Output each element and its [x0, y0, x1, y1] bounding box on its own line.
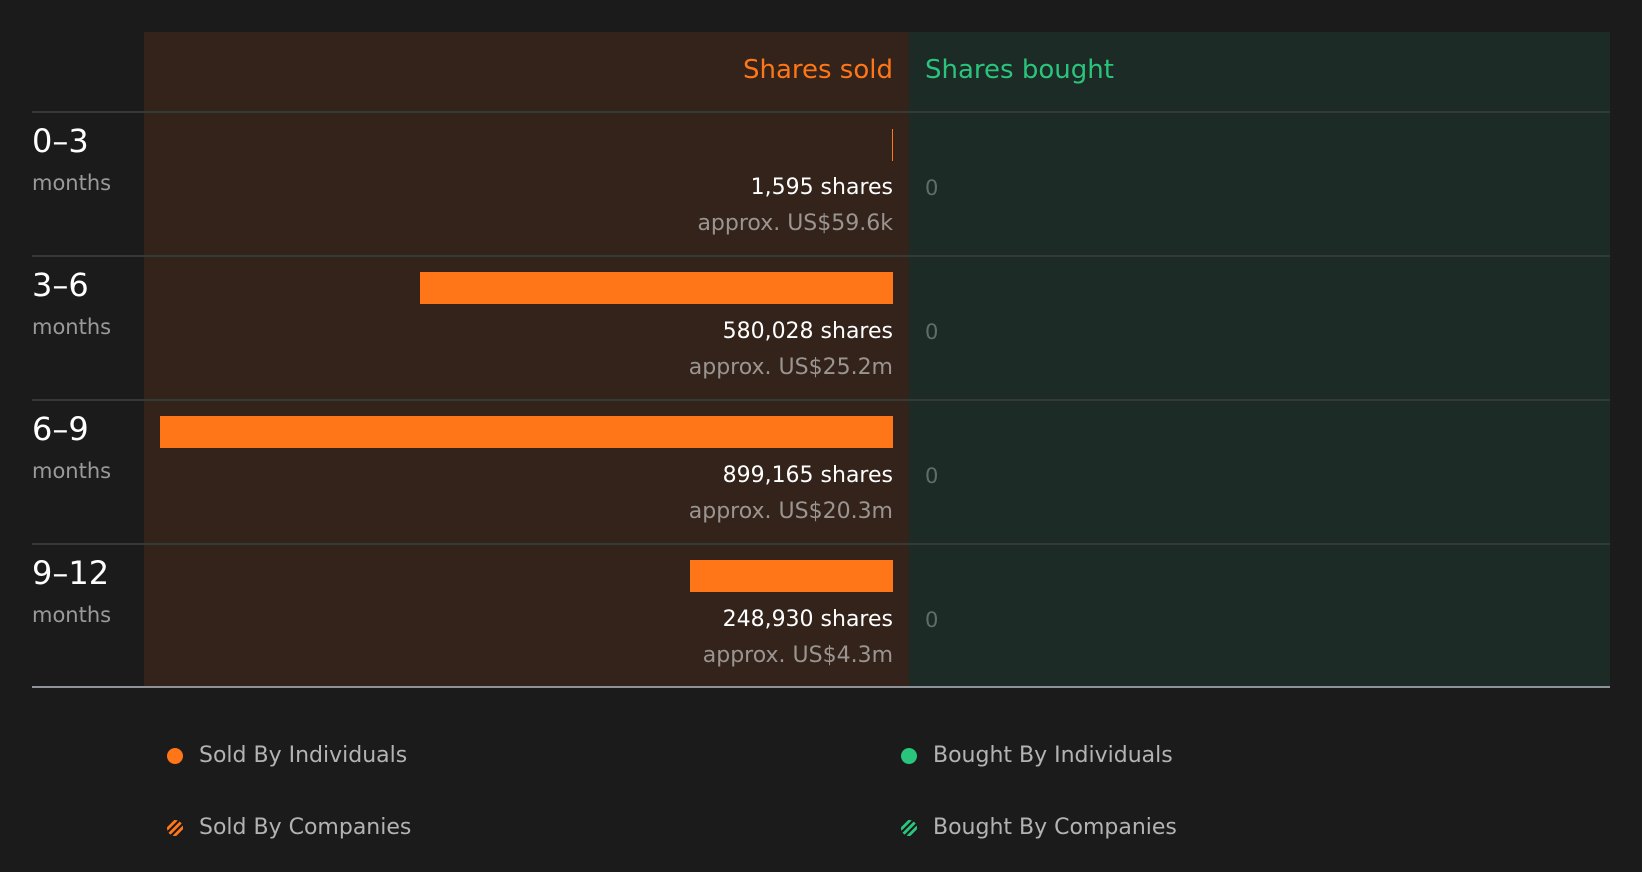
period-unit: months [32, 603, 112, 627]
legend-item-bought-companies[interactable]: Bought By Companies [901, 814, 1177, 842]
sold-value-label: approx. US$20.3m [688, 499, 893, 524]
row-label-1: 3–6 months [32, 265, 111, 341]
legend-dot-icon [901, 748, 917, 764]
sold-value-label: approx. US$59.6k [697, 211, 893, 236]
legend-label: Bought By Individuals [933, 743, 1173, 768]
legend-label: Sold By Companies [199, 815, 412, 840]
period-label: 0–3 [32, 122, 89, 160]
bottom-axis-line [32, 686, 1610, 688]
bought-shares-label: 0 [925, 608, 939, 632]
period-unit: months [32, 315, 112, 339]
sold-bar [160, 416, 893, 448]
row-divider [32, 399, 1610, 401]
bought-shares-label: 0 [925, 176, 939, 200]
sold-bar [892, 129, 893, 161]
period-label: 3–6 [32, 266, 89, 304]
row-label-3: 9–12 months [32, 553, 111, 629]
bought-shares-label: 0 [925, 320, 939, 344]
period-label: 9–12 [32, 554, 110, 592]
sold-shares-label: 248,930 shares [722, 607, 893, 632]
legend-label: Bought By Companies [933, 815, 1177, 840]
bought-shares-label: 0 [925, 464, 939, 488]
shares-bought-header: Shares bought [925, 55, 1114, 85]
row-label-0: 0–3 months [32, 121, 111, 197]
shares-sold-header: Shares sold [742, 55, 893, 85]
sold-bar [420, 272, 893, 304]
legend-hatched-dot-icon [901, 820, 917, 836]
legend-dot-icon [167, 748, 183, 764]
legend-item-bought-individuals[interactable]: Bought By Individuals [901, 742, 1173, 770]
row-label-2: 6–9 months [32, 409, 111, 485]
sold-shares-label: 580,028 shares [722, 319, 893, 344]
period-label: 6–9 [32, 410, 89, 448]
sold-shares-label: 899,165 shares [722, 463, 893, 488]
legend-item-sold-companies[interactable]: Sold By Companies [167, 814, 411, 842]
period-unit: months [32, 171, 112, 195]
row-divider [32, 255, 1610, 257]
legend-label: Sold By Individuals [199, 743, 408, 768]
sold-value-label: approx. US$4.3m [702, 643, 893, 668]
sold-shares-label: 1,595 shares [750, 175, 893, 200]
row-divider [32, 111, 1610, 113]
sold-value-label: approx. US$25.2m [688, 355, 893, 380]
bought-panel [909, 32, 1610, 687]
legend-item-sold-individuals[interactable]: Sold By Individuals [167, 742, 407, 770]
sold-bar [690, 560, 893, 592]
period-unit: months [32, 459, 112, 483]
row-divider [32, 543, 1610, 545]
legend-hatched-dot-icon [167, 820, 183, 836]
